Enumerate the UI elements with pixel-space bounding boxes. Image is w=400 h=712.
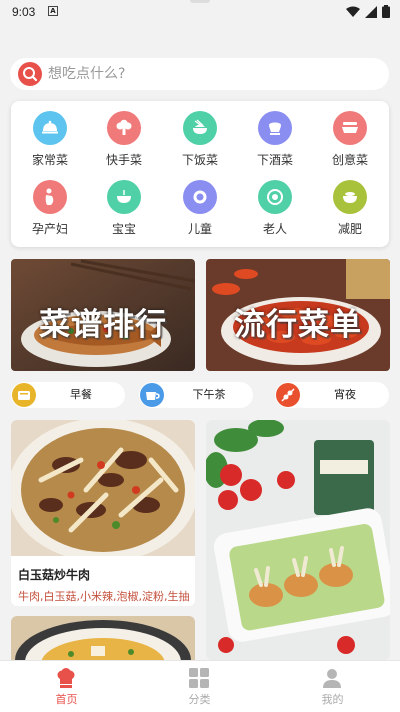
salad-icon — [333, 180, 367, 214]
grid-icon — [189, 668, 209, 688]
tab-label: 分类 — [188, 693, 211, 706]
meal-late-night[interactable]: 宵夜 — [275, 382, 389, 408]
category-label: 下酒菜 — [256, 153, 293, 167]
tab-categories[interactable]: 分类 — [133, 661, 266, 712]
search-input[interactable] — [48, 58, 368, 90]
skewer-icon — [276, 383, 300, 407]
category-elderly[interactable]: 老人 — [245, 180, 305, 240]
breakfast-icon — [12, 383, 36, 407]
battery-icon — [382, 5, 390, 18]
dish-icon — [333, 111, 367, 145]
tab-home[interactable]: 首页 — [0, 661, 133, 712]
category-quick-dish[interactable]: 快手菜 — [94, 111, 154, 171]
banner-title: 菜谱排行 — [39, 307, 167, 343]
baby-bowl-icon — [107, 180, 141, 214]
category-children[interactable]: 儿童 — [170, 180, 230, 240]
notification-badge: A — [48, 6, 58, 16]
category-label: 孕产妇 — [31, 222, 68, 236]
recipe-photo — [11, 420, 195, 562]
bottom-tab-bar: 首页 分类 我的 — [0, 660, 400, 712]
category-label: 宝宝 — [111, 222, 136, 236]
meal-label: 早餐 — [70, 388, 92, 401]
tea-icon — [140, 383, 164, 407]
noodle-bowl-icon — [258, 180, 292, 214]
meal-label: 宵夜 — [334, 388, 356, 401]
category-weight-loss[interactable]: 减肥 — [320, 180, 380, 240]
category-bar-snacks[interactable]: 下酒菜 — [245, 111, 305, 171]
category-label: 减肥 — [337, 222, 362, 236]
search-icon[interactable] — [18, 62, 42, 86]
pregnant-icon — [33, 180, 67, 214]
banner-popular-menu[interactable]: 流行菜单 — [206, 259, 390, 371]
user-icon — [323, 669, 341, 688]
category-label: 儿童 — [187, 222, 212, 236]
hotpot-icon — [258, 111, 292, 145]
status-time: 9:03 — [12, 5, 36, 19]
recipe-photo — [11, 616, 195, 660]
chef-hat-icon — [57, 668, 75, 688]
category-label: 老人 — [262, 222, 287, 236]
status-icons — [346, 5, 390, 18]
signal-icon — [365, 5, 377, 18]
banner-title: 流行菜单 — [234, 307, 362, 343]
category-baby[interactable]: 宝宝 — [94, 180, 154, 240]
search-bar[interactable] — [10, 58, 389, 90]
recipe-photo — [206, 420, 390, 660]
category-home-cooking[interactable]: 家常菜 — [20, 111, 80, 171]
recipe-card[interactable]: 白玉菇炒牛肉 牛肉,白玉菇,小米辣,泡椒,淀粉,生抽 — [11, 420, 195, 606]
category-label: 家常菜 — [31, 153, 68, 167]
banner-recipe-ranking[interactable]: 菜谱排行 — [11, 259, 195, 371]
recipe-card[interactable] — [11, 616, 195, 660]
category-pregnancy[interactable]: 孕产妇 — [20, 180, 80, 240]
meal-label: 下午茶 — [192, 388, 226, 401]
cloche-icon — [33, 111, 67, 145]
rice-bowl-icon — [183, 111, 217, 145]
recipe-card[interactable] — [206, 420, 390, 660]
tab-label: 首页 — [55, 693, 78, 706]
category-creative-dish[interactable]: 创意菜 — [320, 111, 380, 171]
child-food-icon — [183, 180, 217, 214]
category-label: 创意菜 — [331, 153, 368, 167]
status-bar: 9:03 A — [0, 0, 400, 24]
category-label: 下饭菜 — [181, 153, 218, 167]
broccoli-icon — [107, 111, 141, 145]
tab-label: 我的 — [321, 693, 344, 706]
wifi-icon — [346, 6, 360, 17]
recipe-ingredients: 牛肉,白玉菇,小米辣,泡椒,淀粉,生抽 — [18, 590, 190, 603]
recipe-title: 白玉菇炒牛肉 — [18, 568, 91, 582]
category-label: 快手菜 — [105, 153, 142, 167]
meal-breakfast[interactable]: 早餐 — [11, 382, 125, 408]
tab-profile[interactable]: 我的 — [266, 661, 399, 712]
category-grid: 家常菜 快手菜 下饭菜 下酒菜 创意菜 孕产妇 宝宝 儿童 老人 减肥 — [11, 101, 389, 247]
meal-afternoon-tea[interactable]: 下午茶 — [139, 382, 253, 408]
category-rice-dish[interactable]: 下饭菜 — [170, 111, 230, 171]
camera-notch — [190, 0, 210, 3]
